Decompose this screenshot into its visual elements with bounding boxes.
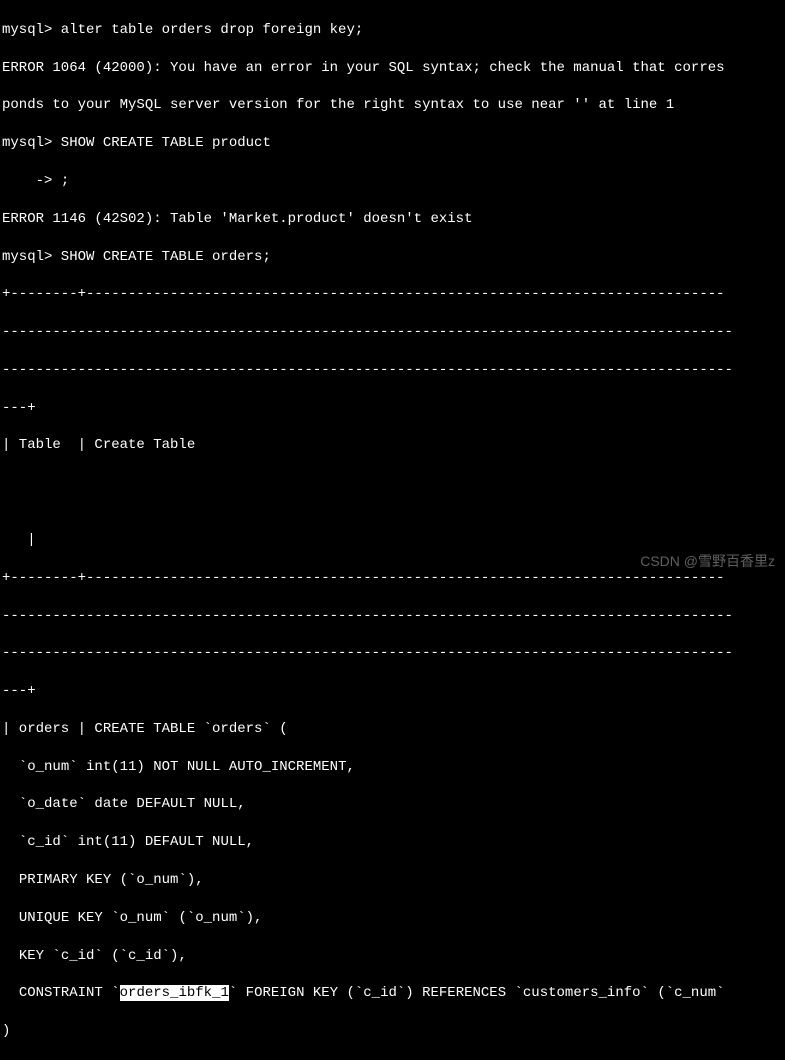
terminal-output: mysql> alter table orders drop foreign k… xyxy=(2,2,783,1060)
key-line: KEY `c_id` (`c_id`), xyxy=(2,947,783,966)
error-line: ERROR 1064 (42000): You have an error in… xyxy=(2,59,783,78)
table-border-line: ----------------------------------------… xyxy=(2,644,783,663)
constraint-suffix: ` FOREIGN KEY (`c_id`) REFERENCES `custo… xyxy=(229,985,725,1001)
table-border-line: ----------------------------------------… xyxy=(2,361,783,380)
table-border-line: ---+ xyxy=(2,682,783,701)
highlighted-constraint-name: orders_ibfk_1 xyxy=(120,985,229,1001)
sql-command-line: mysql> SHOW CREATE TABLE orders; xyxy=(2,248,783,267)
error-line: ERROR 1146 (42S02): Table 'Market.produc… xyxy=(2,210,783,229)
create-table-line: | orders | CREATE TABLE `orders` ( xyxy=(2,720,783,739)
table-border-line: ----------------------------------------… xyxy=(2,607,783,626)
sql-command-line: mysql> alter table orders drop foreign k… xyxy=(2,21,783,40)
column-definition-line: `o_date` date DEFAULT NULL, xyxy=(2,795,783,814)
closing-paren-line: ) xyxy=(2,1022,783,1041)
table-header-line: | Table | Create Table xyxy=(2,436,783,455)
primary-key-line: PRIMARY KEY (`o_num`), xyxy=(2,871,783,890)
constraint-prefix: CONSTRAINT ` xyxy=(2,985,120,1001)
column-definition-line: `o_num` int(11) NOT NULL AUTO_INCREMENT, xyxy=(2,758,783,777)
sql-command-line: mysql> SHOW CREATE TABLE product xyxy=(2,134,783,153)
table-border-line: +--------+------------------------------… xyxy=(2,285,783,304)
sql-continuation-line: -> ; xyxy=(2,172,783,191)
table-border-line: ----------------------------------------… xyxy=(2,323,783,342)
csdn-watermark: CSDN @雪野百香里z xyxy=(640,552,775,571)
error-line: ponds to your MySQL server version for t… xyxy=(2,96,783,115)
table-border-line: ---+ xyxy=(2,399,783,418)
constraint-line: CONSTRAINT `orders_ibfk_1` FOREIGN KEY (… xyxy=(2,984,783,1003)
column-definition-line: `c_id` int(11) DEFAULT NULL, xyxy=(2,833,783,852)
unique-key-line: UNIQUE KEY `o_num` (`o_num`), xyxy=(2,909,783,928)
table-border-line: +--------+------------------------------… xyxy=(2,569,783,588)
table-header-line: | xyxy=(2,531,783,550)
